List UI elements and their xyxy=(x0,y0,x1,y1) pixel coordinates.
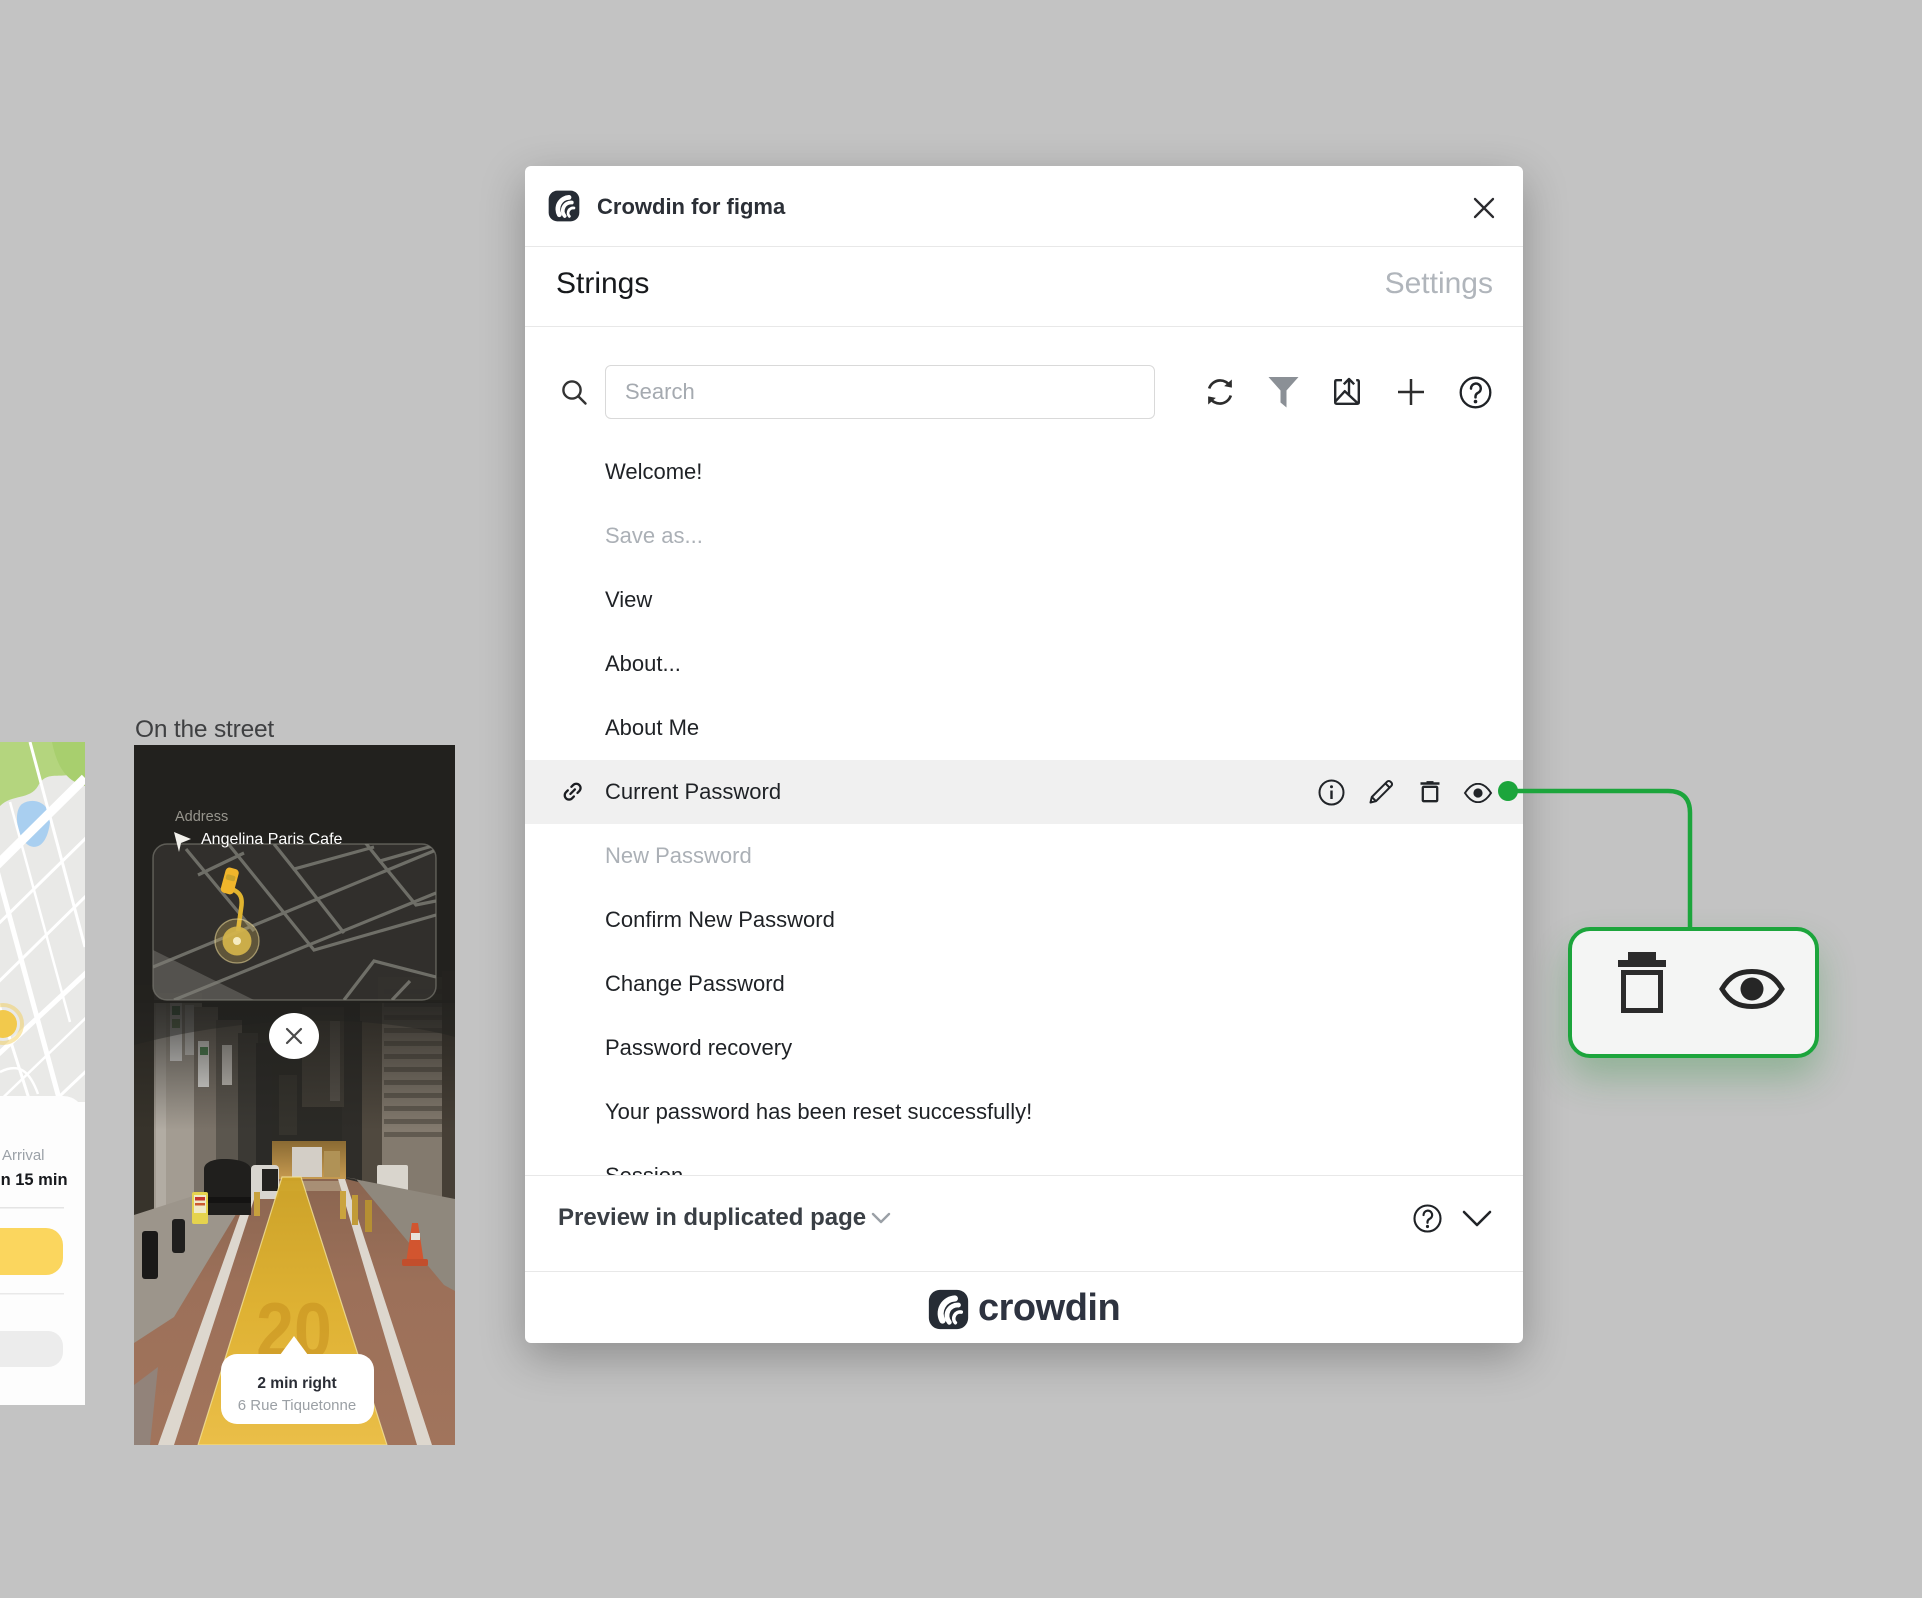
svg-text:in 15 min: in 15 min xyxy=(0,1171,68,1189)
svg-text:Address: Address xyxy=(175,809,228,825)
svg-text:Angelina Paris Cafe: Angelina Paris Cafe xyxy=(201,831,343,848)
svg-text:Arrival: Arrival xyxy=(2,1147,45,1164)
svg-text:2 min right: 2 min right xyxy=(257,1375,336,1392)
svg-text:6 Rue Tiquetonne: 6 Rue Tiquetonne xyxy=(238,1397,356,1414)
